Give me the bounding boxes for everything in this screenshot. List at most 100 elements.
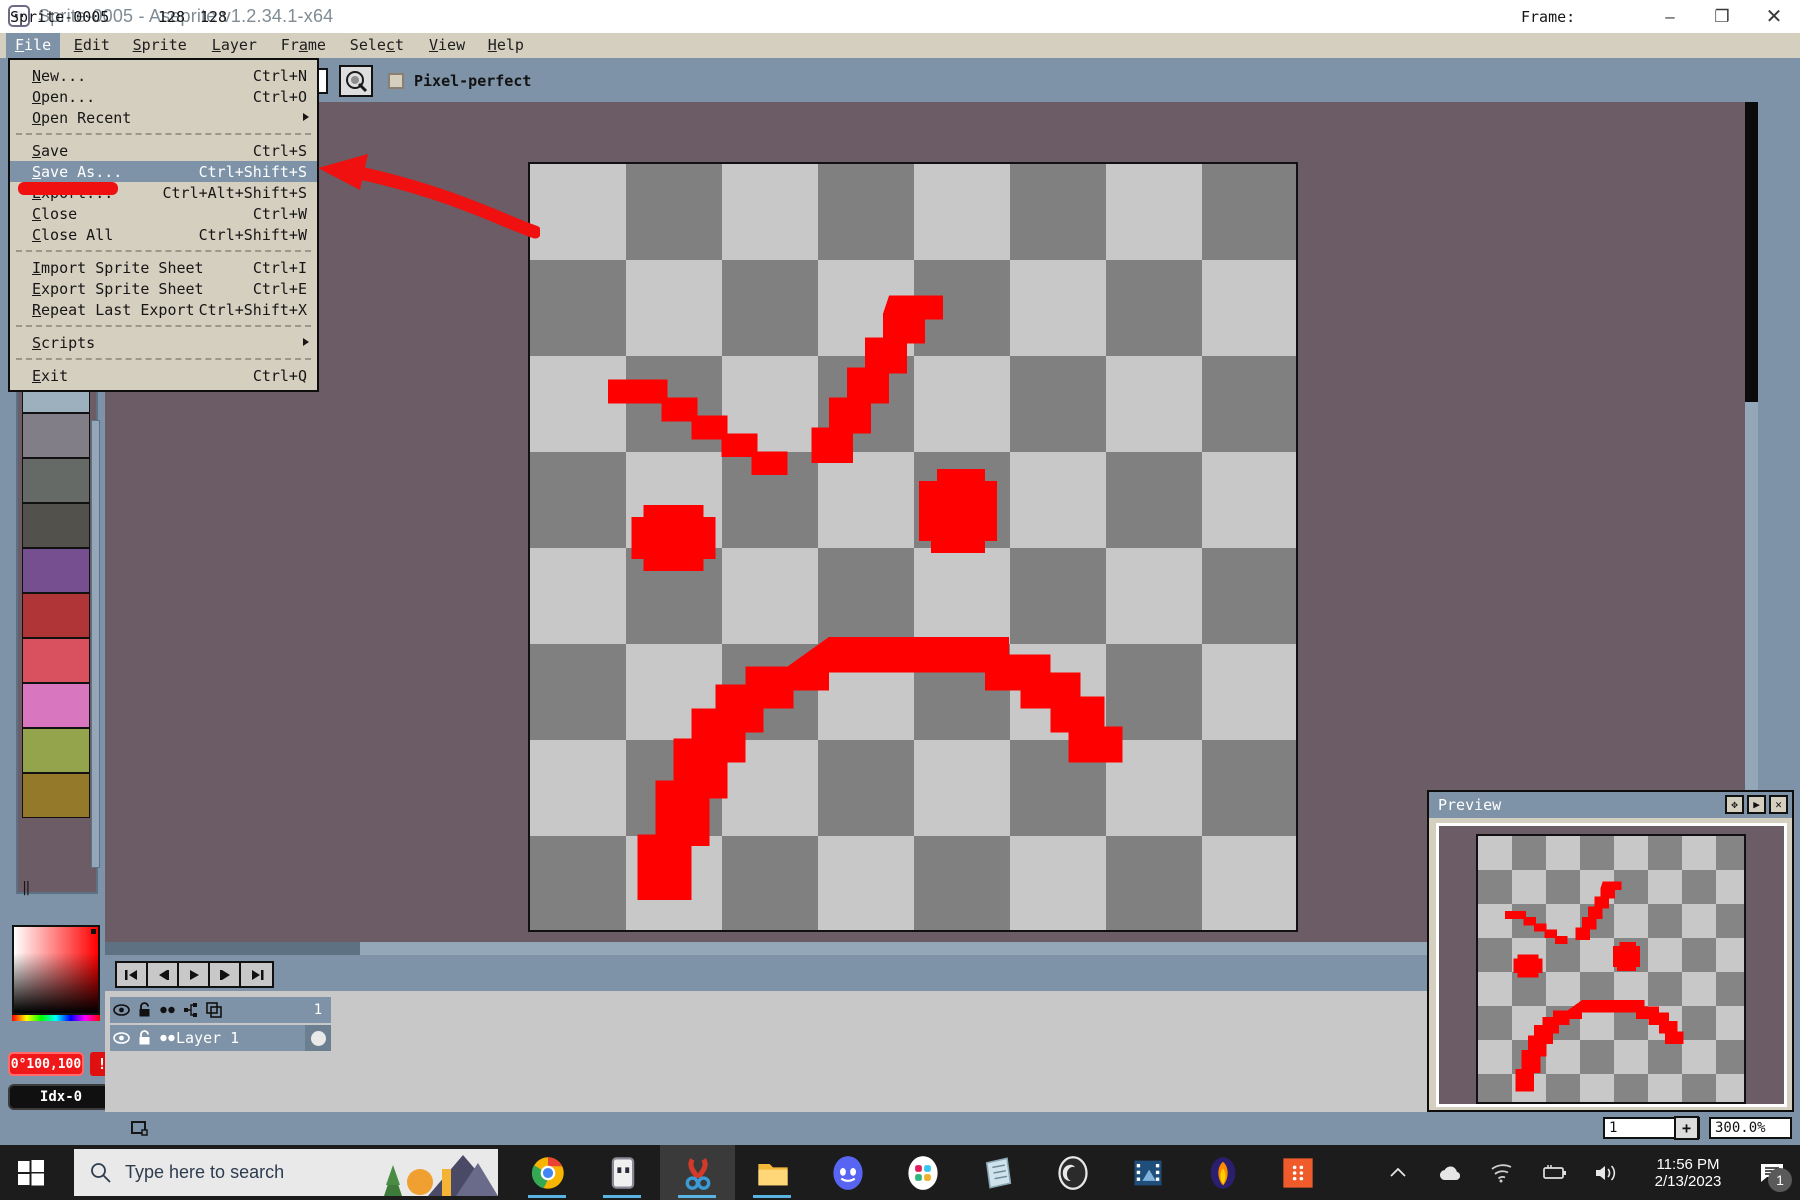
- zoom-input[interactable]: 300.0%: [1709, 1117, 1792, 1139]
- vscroll-thumb[interactable]: [1745, 402, 1758, 792]
- go-to-last-frame[interactable]: [241, 963, 272, 986]
- obs-taskbar-icon[interactable]: [1035, 1145, 1110, 1200]
- layer-name-label[interactable]: Layer 1: [176, 1029, 239, 1047]
- chrome-taskbar-icon[interactable]: [510, 1145, 585, 1200]
- preview-window[interactable]: Preview ✥ ▶ ✕: [1427, 790, 1794, 1112]
- palette-swatch-7[interactable]: [22, 593, 90, 638]
- menu-item-open-recent[interactable]: Open Recent: [10, 107, 317, 128]
- go-to-first-frame[interactable]: [117, 963, 148, 986]
- onedrive-icon[interactable]: [1424, 1145, 1476, 1200]
- search-box[interactable]: Type here to search: [74, 1149, 498, 1196]
- windows-logo-icon: [18, 1159, 44, 1185]
- app-running-indicator: [603, 1195, 641, 1198]
- show-hidden-icons-chevron[interactable]: [1372, 1145, 1424, 1200]
- palette-swatch-4[interactable]: [22, 458, 90, 503]
- menu-item-repeat-last-export[interactable]: Repeat Last Export Ctrl+Shift+X: [10, 299, 317, 320]
- menu-layer[interactable]: Layer: [203, 33, 266, 58]
- preview-sad-face: [1505, 881, 1684, 1092]
- notifications-button[interactable]: 1: [1744, 1145, 1800, 1200]
- canvas-vertical-scrollbar[interactable]: [1745, 102, 1758, 822]
- menu-view[interactable]: View: [420, 33, 474, 58]
- hscroll-thumb[interactable]: [360, 942, 1490, 955]
- file-explorer-taskbar-icon[interactable]: [735, 1145, 810, 1200]
- timeline-frame-number[interactable]: 1: [305, 997, 331, 1023]
- eye-icon[interactable]: [110, 997, 133, 1023]
- play-animation[interactable]: [179, 963, 210, 986]
- menu-sprite[interactable]: Sprite: [124, 33, 196, 58]
- menu-item-save[interactable]: Save Ctrl+S: [10, 140, 317, 161]
- add-frame-button[interactable]: +: [1674, 1116, 1699, 1140]
- submenu-arrow-icon: [303, 338, 309, 346]
- clock[interactable]: 11:56 PM 2/13/2023: [1632, 1145, 1744, 1200]
- group-icon[interactable]: [179, 997, 202, 1023]
- minimize-button[interactable]: –: [1644, 0, 1696, 33]
- preview-play-button[interactable]: ▶: [1747, 795, 1766, 814]
- timeline-cel[interactable]: [305, 1025, 331, 1051]
- battery-icon[interactable]: [1528, 1145, 1580, 1200]
- menu-frame[interactable]: Frame: [272, 33, 335, 58]
- menu-bar: File Edit Sprite Layer Frame Select View Help: [0, 33, 1800, 58]
- menu-separator: [16, 133, 311, 135]
- go-to-next-frame[interactable]: [210, 963, 241, 986]
- wifi-icon[interactable]: [1476, 1145, 1528, 1200]
- menu-item-export-sprite-sheet[interactable]: Export Sprite Sheet Ctrl+E: [10, 278, 317, 299]
- menu-file[interactable]: File: [6, 33, 61, 58]
- sprite-canvas[interactable]: [528, 162, 1298, 932]
- snip-sketch-taskbar-icon-glyph: [685, 1157, 710, 1190]
- menu-item-close[interactable]: Close Ctrl+W: [10, 203, 317, 224]
- menu-item-open[interactable]: Open... Ctrl+O: [10, 86, 317, 107]
- palette-swatch-3[interactable]: [22, 413, 90, 458]
- go-to-first-frame-icon: [124, 969, 137, 980]
- notepad-taskbar-icon[interactable]: [960, 1145, 1035, 1200]
- aseprite-taskbar-icon[interactable]: [585, 1145, 660, 1200]
- go-to-previous-frame-icon: [158, 969, 169, 980]
- menu-item-new[interactable]: New... Ctrl+N: [10, 65, 317, 86]
- onion-skin-icon[interactable]: [202, 997, 225, 1023]
- palette-pause-glyph: ‖: [22, 880, 33, 896]
- menu-item-scripts[interactable]: Scripts: [10, 332, 317, 353]
- palette-swatch-11[interactable]: [22, 773, 90, 818]
- aseprite-window: Sprite-0005 - Aseprite v1.2.34.1-x64 – ❐…: [0, 0, 1800, 1200]
- preview-close-button[interactable]: ✕: [1769, 795, 1788, 814]
- menu-item-shortcut: Ctrl+N: [252, 66, 307, 85]
- menu-edit[interactable]: Edit: [65, 33, 119, 58]
- pixel-perfect-checkbox[interactable]: [388, 73, 404, 89]
- menu-item-label: New...: [32, 66, 87, 85]
- layer-eye-icon[interactable]: [110, 1025, 133, 1051]
- snip-sketch-taskbar-icon[interactable]: [660, 1145, 735, 1200]
- palette-scrollbar[interactable]: [91, 420, 100, 868]
- file-explorer-taskbar-icon-glyph: [757, 1163, 788, 1185]
- aseprite-taskbar-icon-glyph: [611, 1156, 634, 1189]
- maximize-button[interactable]: ❐: [1696, 0, 1748, 33]
- discord-taskbar-icon[interactable]: [810, 1145, 885, 1200]
- palette-swatch-10[interactable]: [22, 728, 90, 773]
- go-to-previous-frame[interactable]: [148, 963, 179, 986]
- menu-item-label: Close: [32, 204, 78, 223]
- menu-help[interactable]: Help: [479, 33, 533, 58]
- palette-swatch-6[interactable]: [22, 548, 90, 593]
- menu-item-import-sprite-sheet[interactable]: Import Sprite Sheet Ctrl+I: [10, 257, 317, 278]
- firefox-taskbar-icon[interactable]: [1185, 1145, 1260, 1200]
- start-button[interactable]: [0, 1145, 62, 1200]
- menu-item-close-all[interactable]: Close All Ctrl+Shift+W: [10, 224, 317, 245]
- padlock-icon[interactable]: [133, 997, 156, 1023]
- menu-select[interactable]: Select: [341, 33, 413, 58]
- menu-item-exit[interactable]: Exit Ctrl+Q: [10, 365, 317, 386]
- preview-viewport: [1436, 823, 1787, 1107]
- preview-fit-button[interactable]: ✥: [1725, 795, 1744, 814]
- orange-app-taskbar-icon[interactable]: [1260, 1145, 1335, 1200]
- palette-swatch-9[interactable]: [22, 683, 90, 728]
- file-menu-dropdown[interactable]: New... Ctrl+N Open... Ctrl+O Open Recent Save…: [8, 58, 319, 392]
- slack-taskbar-icon[interactable]: [885, 1145, 960, 1200]
- layer-lock-icon[interactable]: [133, 1025, 156, 1051]
- volume-icon[interactable]: [1580, 1145, 1632, 1200]
- palette-swatch-8[interactable]: [22, 638, 90, 683]
- continuous-icon[interactable]: [156, 997, 179, 1023]
- close-button[interactable]: ✕: [1748, 0, 1800, 33]
- video-editor-taskbar-icon[interactable]: [1110, 1145, 1185, 1200]
- menu-item-save-as[interactable]: Save As... Ctrl+Shift+S: [10, 161, 317, 182]
- palette-swatch-5[interactable]: [22, 503, 90, 548]
- hue-slider[interactable]: [12, 1015, 100, 1021]
- color-picker-field[interactable]: [12, 925, 100, 1015]
- brush-preview-icon[interactable]: [339, 65, 373, 97]
